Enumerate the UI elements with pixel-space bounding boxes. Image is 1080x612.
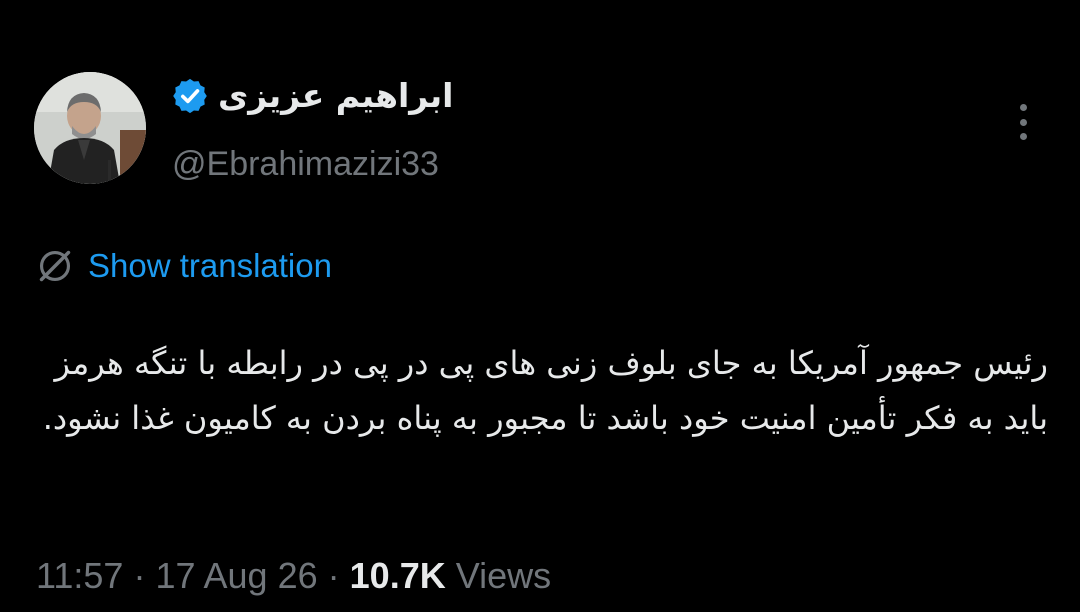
tweet-meta: 11:57 · 17 Aug 26 · 10.7K Views: [36, 552, 551, 600]
tweet-text: رئیس جمهور آمریکا به جای بلوف زنی های پی…: [42, 344, 1048, 437]
more-options-icon[interactable]: [1008, 104, 1038, 140]
meta-separator: ·: [327, 555, 340, 596]
show-translation-label[interactable]: Show translation: [88, 244, 332, 288]
views-count[interactable]: 10.7K: [350, 555, 446, 596]
author-handle[interactable]: @Ebrahimazizi33: [172, 142, 439, 186]
profile-photo-icon: [34, 72, 146, 184]
author-display-name[interactable]: ابراهیم عزیزی: [218, 74, 454, 118]
dot: [1019, 104, 1027, 111]
tweet-date[interactable]: 17 Aug 26: [155, 555, 317, 596]
tweet-time[interactable]: 11:57: [36, 555, 123, 596]
dot: [1019, 133, 1027, 140]
show-translation-button[interactable]: Show translation: [36, 244, 332, 288]
translate-globe-icon: [39, 250, 71, 282]
dot: [1019, 118, 1027, 126]
meta-separator: ·: [133, 555, 146, 596]
verified-badge-icon: [173, 78, 207, 114]
author-name-row: ابراهیم عزیزی: [172, 74, 454, 118]
avatar[interactable]: [34, 72, 146, 184]
views-label[interactable]: Views: [456, 555, 551, 596]
